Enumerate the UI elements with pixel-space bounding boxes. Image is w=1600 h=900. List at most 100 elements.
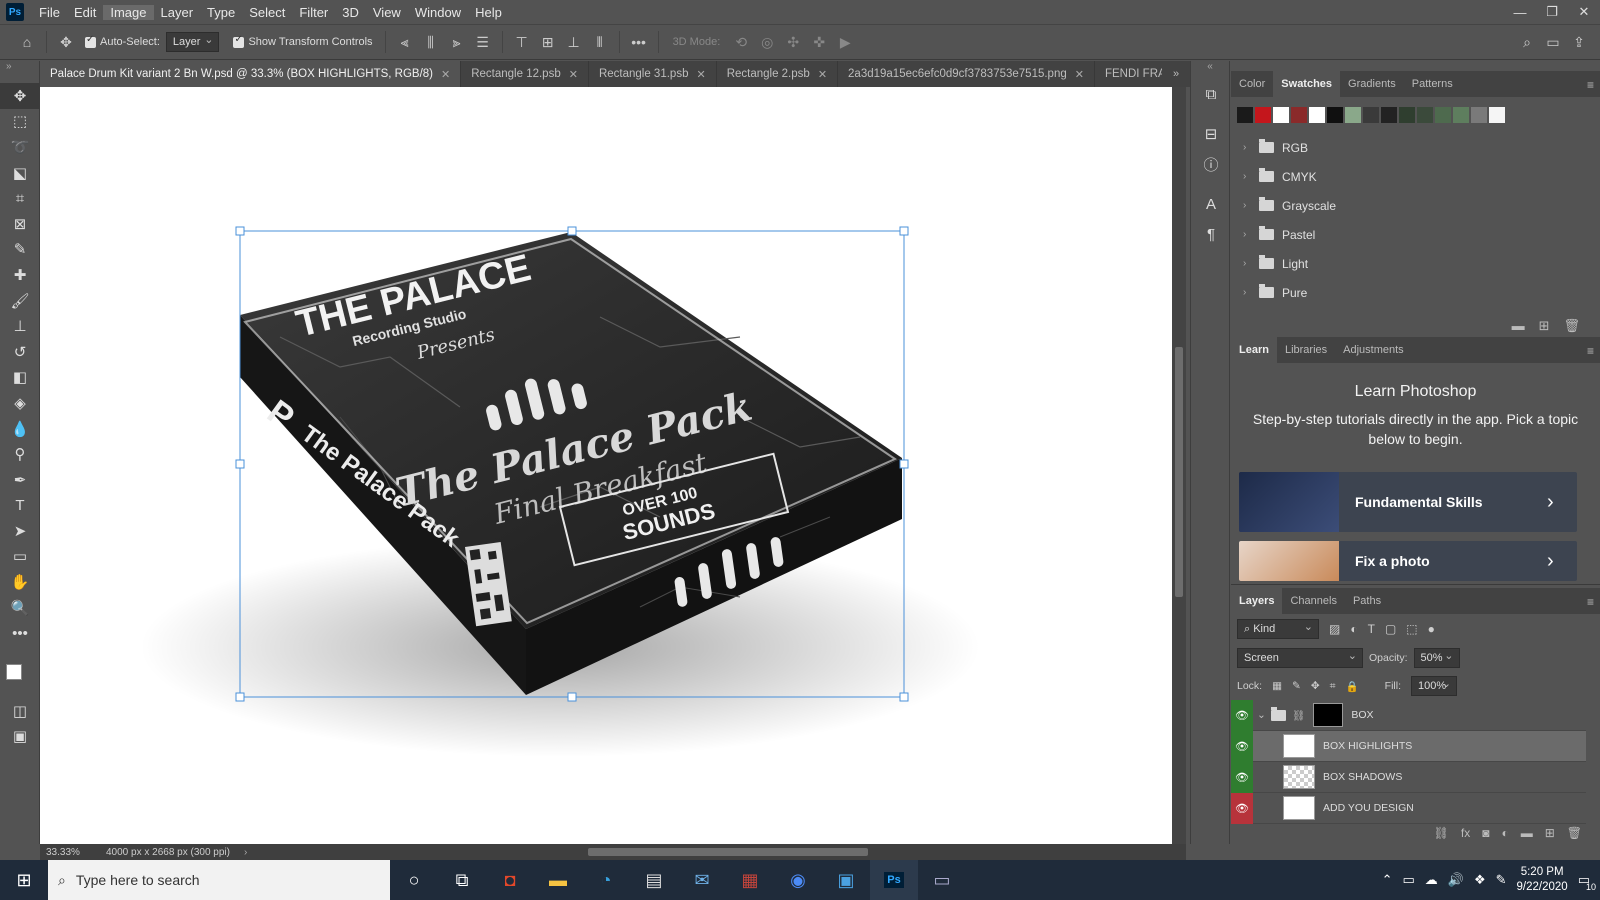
blend-mode-dropdown[interactable]: Screen (1237, 647, 1363, 668)
transform-handle[interactable] (567, 226, 577, 236)
layer-row[interactable]: 👁 BOX SHADOWS (1231, 761, 1586, 793)
lasso-icon[interactable]: ➰ (0, 134, 40, 160)
notification-icon[interactable]: ▭ 10 (1578, 872, 1596, 892)
type-tool-icon[interactable]: T (0, 493, 40, 519)
color-swatch[interactable] (1327, 107, 1343, 123)
lock-artboard-icon[interactable]: ⌗ (1330, 680, 1336, 693)
new-swatch-icon[interactable]: ⊞ (1539, 318, 1550, 334)
color-swatch[interactable] (1381, 107, 1397, 123)
tab-patterns[interactable]: Patterns (1404, 71, 1461, 97)
filter-shape-icon[interactable]: ▢ (1385, 622, 1396, 636)
learn-card-fix-a-photo[interactable]: Fix a photo › (1239, 541, 1577, 581)
transform-handle[interactable] (567, 692, 577, 702)
panel-menu-icon[interactable]: ≡ (1587, 78, 1594, 92)
windows-start-icon[interactable]: ⊞ (0, 860, 48, 900)
workspace-icon[interactable]: ▭ (1540, 29, 1566, 55)
mail-icon[interactable]: ✉ (678, 860, 726, 900)
swatch-group-rgb[interactable]: › RGB (1231, 133, 1600, 162)
frame-icon[interactable]: ⊠ (0, 211, 40, 237)
auto-select-checkbox[interactable]: Auto-Select: (85, 34, 160, 48)
tab-channels[interactable]: Channels (1282, 588, 1344, 614)
winrar-icon[interactable]: ▦ (726, 860, 774, 900)
file-explorer-icon[interactable]: ▬ (534, 860, 582, 900)
screen-mode-icon[interactable]: ▣ (0, 724, 40, 750)
lock-position-icon[interactable]: ✥ (1311, 680, 1320, 692)
color-swatch[interactable] (1309, 107, 1325, 123)
lock-all-icon[interactable]: 🔒 (1346, 680, 1359, 693)
zoom-icon[interactable]: 🔍 (0, 595, 40, 621)
align-left-icon[interactable]: ⫷ (392, 29, 418, 55)
show-transform-controls-checkbox[interactable]: Show Transform Controls (233, 34, 373, 48)
status-arrow-icon[interactable]: › (230, 847, 247, 858)
panel-menu-icon[interactable]: ≡ (1587, 344, 1594, 358)
photos-icon[interactable]: ▣ (822, 860, 870, 900)
scroll-thumb[interactable] (1175, 347, 1183, 597)
new-group-icon[interactable]: ▬ (1521, 826, 1533, 840)
foreground-color-swatch[interactable] (6, 664, 22, 681)
more-options-icon[interactable]: ••• (626, 29, 652, 55)
filter-smart-object-icon[interactable]: ⬚ (1406, 622, 1417, 636)
tab-adjustments[interactable]: Adjustments (1335, 337, 1412, 363)
tab-learn[interactable]: Learn (1231, 337, 1277, 363)
chevron-down-icon[interactable]: ⌄ (1253, 709, 1266, 721)
office-icon[interactable]: ◘ (486, 860, 534, 900)
color-swatch[interactable] (1273, 107, 1289, 123)
healing-brush-icon[interactable]: ✚ (0, 262, 40, 288)
history-brush-icon[interactable]: ↺ (0, 339, 40, 365)
menu-view[interactable]: View (366, 5, 408, 20)
menu-type[interactable]: Type (200, 5, 242, 20)
filter-adjustment-icon[interactable]: ◐ (1350, 622, 1357, 636)
learn-card-fundamental-skills[interactable]: Fundamental Skills › (1239, 472, 1577, 532)
close-window-icon[interactable]: ✕ (1568, 0, 1600, 24)
tab-libraries[interactable]: Libraries (1277, 337, 1335, 363)
edge-icon[interactable]: ◔ (582, 860, 630, 900)
menu-edit[interactable]: Edit (67, 5, 103, 20)
visibility-eye-icon[interactable]: 👁 (1231, 730, 1253, 762)
menu-filter[interactable]: Filter (292, 5, 335, 20)
distribute-vertical-icon[interactable]: ☰ (470, 29, 496, 55)
align-bottom-icon[interactable]: ⊥ (561, 29, 587, 55)
color-swatch[interactable] (1471, 107, 1487, 123)
align-top-icon[interactable]: ⊤ (509, 29, 535, 55)
properties-panel-icon[interactable]: ⊟ (1191, 119, 1231, 149)
home-icon[interactable]: ⌂ (14, 29, 40, 55)
tab-document[interactable]: Rectangle 12.psb ✕ (461, 61, 589, 87)
task-view-icon[interactable]: ⧉ (438, 860, 486, 900)
canvas-horizontal-scrollbar[interactable] (588, 848, 868, 856)
add-mask-icon[interactable]: ◙ (1482, 826, 1489, 840)
path-selection-icon[interactable]: ➤ (0, 518, 40, 544)
pen-icon[interactable]: ✎ (1496, 872, 1507, 888)
align-middle-v-icon[interactable]: ⊞ (535, 29, 561, 55)
tray-overflow-icon[interactable]: ⌃ (1382, 872, 1393, 888)
new-layer-icon[interactable]: ⊞ (1545, 826, 1555, 840)
eraser-icon[interactable]: ◧ (0, 365, 40, 391)
cortana-icon[interactable]: ○ (390, 860, 438, 900)
opacity-input[interactable]: 50% (1413, 647, 1460, 668)
filter-toggle-icon[interactable]: ● (1428, 622, 1435, 636)
menu-window[interactable]: Window (408, 5, 468, 20)
photoshop-taskbar-icon[interactable]: Ps (870, 860, 918, 900)
layer-row-group[interactable]: 👁 ⌄ ⛓ BOX (1231, 700, 1586, 731)
clone-stamp-icon[interactable]: ⊥ (0, 313, 40, 339)
minimize-icon[interactable]: — (1504, 0, 1536, 24)
visibility-eye-icon[interactable]: 👁 (1231, 700, 1253, 731)
adjustment-layer-icon[interactable]: ◐ (1501, 826, 1508, 840)
zoom-level[interactable]: 33.33% (40, 847, 86, 858)
transform-handle[interactable] (235, 692, 245, 702)
lock-pixels-icon[interactable]: ✎ (1292, 680, 1301, 692)
transform-handle[interactable] (235, 226, 245, 236)
swatch-group-light[interactable]: › Light (1231, 249, 1600, 278)
tab-swatches[interactable]: Swatches (1273, 71, 1341, 97)
tab-document[interactable]: Rectangle 31.psb ✕ (589, 61, 717, 87)
layer-filter-kind-dropdown[interactable]: ⌕ Kind (1237, 618, 1319, 639)
volume-icon[interactable]: 🔊 (1448, 872, 1464, 888)
layer-row-selected[interactable]: 👁 BOX HIGHLIGHTS (1231, 730, 1586, 762)
color-swatch[interactable] (1345, 107, 1361, 123)
close-tab-icon[interactable]: ✕ (696, 68, 705, 81)
window-app-icon[interactable]: ▭ (918, 860, 966, 900)
tab-document[interactable]: 2a3d19a15ec6efc0d9cf3783753e7515.png ✕ (838, 61, 1095, 87)
paragraph-panel-icon[interactable]: ¶ (1191, 219, 1231, 249)
restore-icon[interactable]: ❐ (1536, 0, 1568, 24)
paint-bucket-icon[interactable]: ◈ (0, 390, 40, 416)
menu-3d[interactable]: 3D (335, 5, 366, 20)
